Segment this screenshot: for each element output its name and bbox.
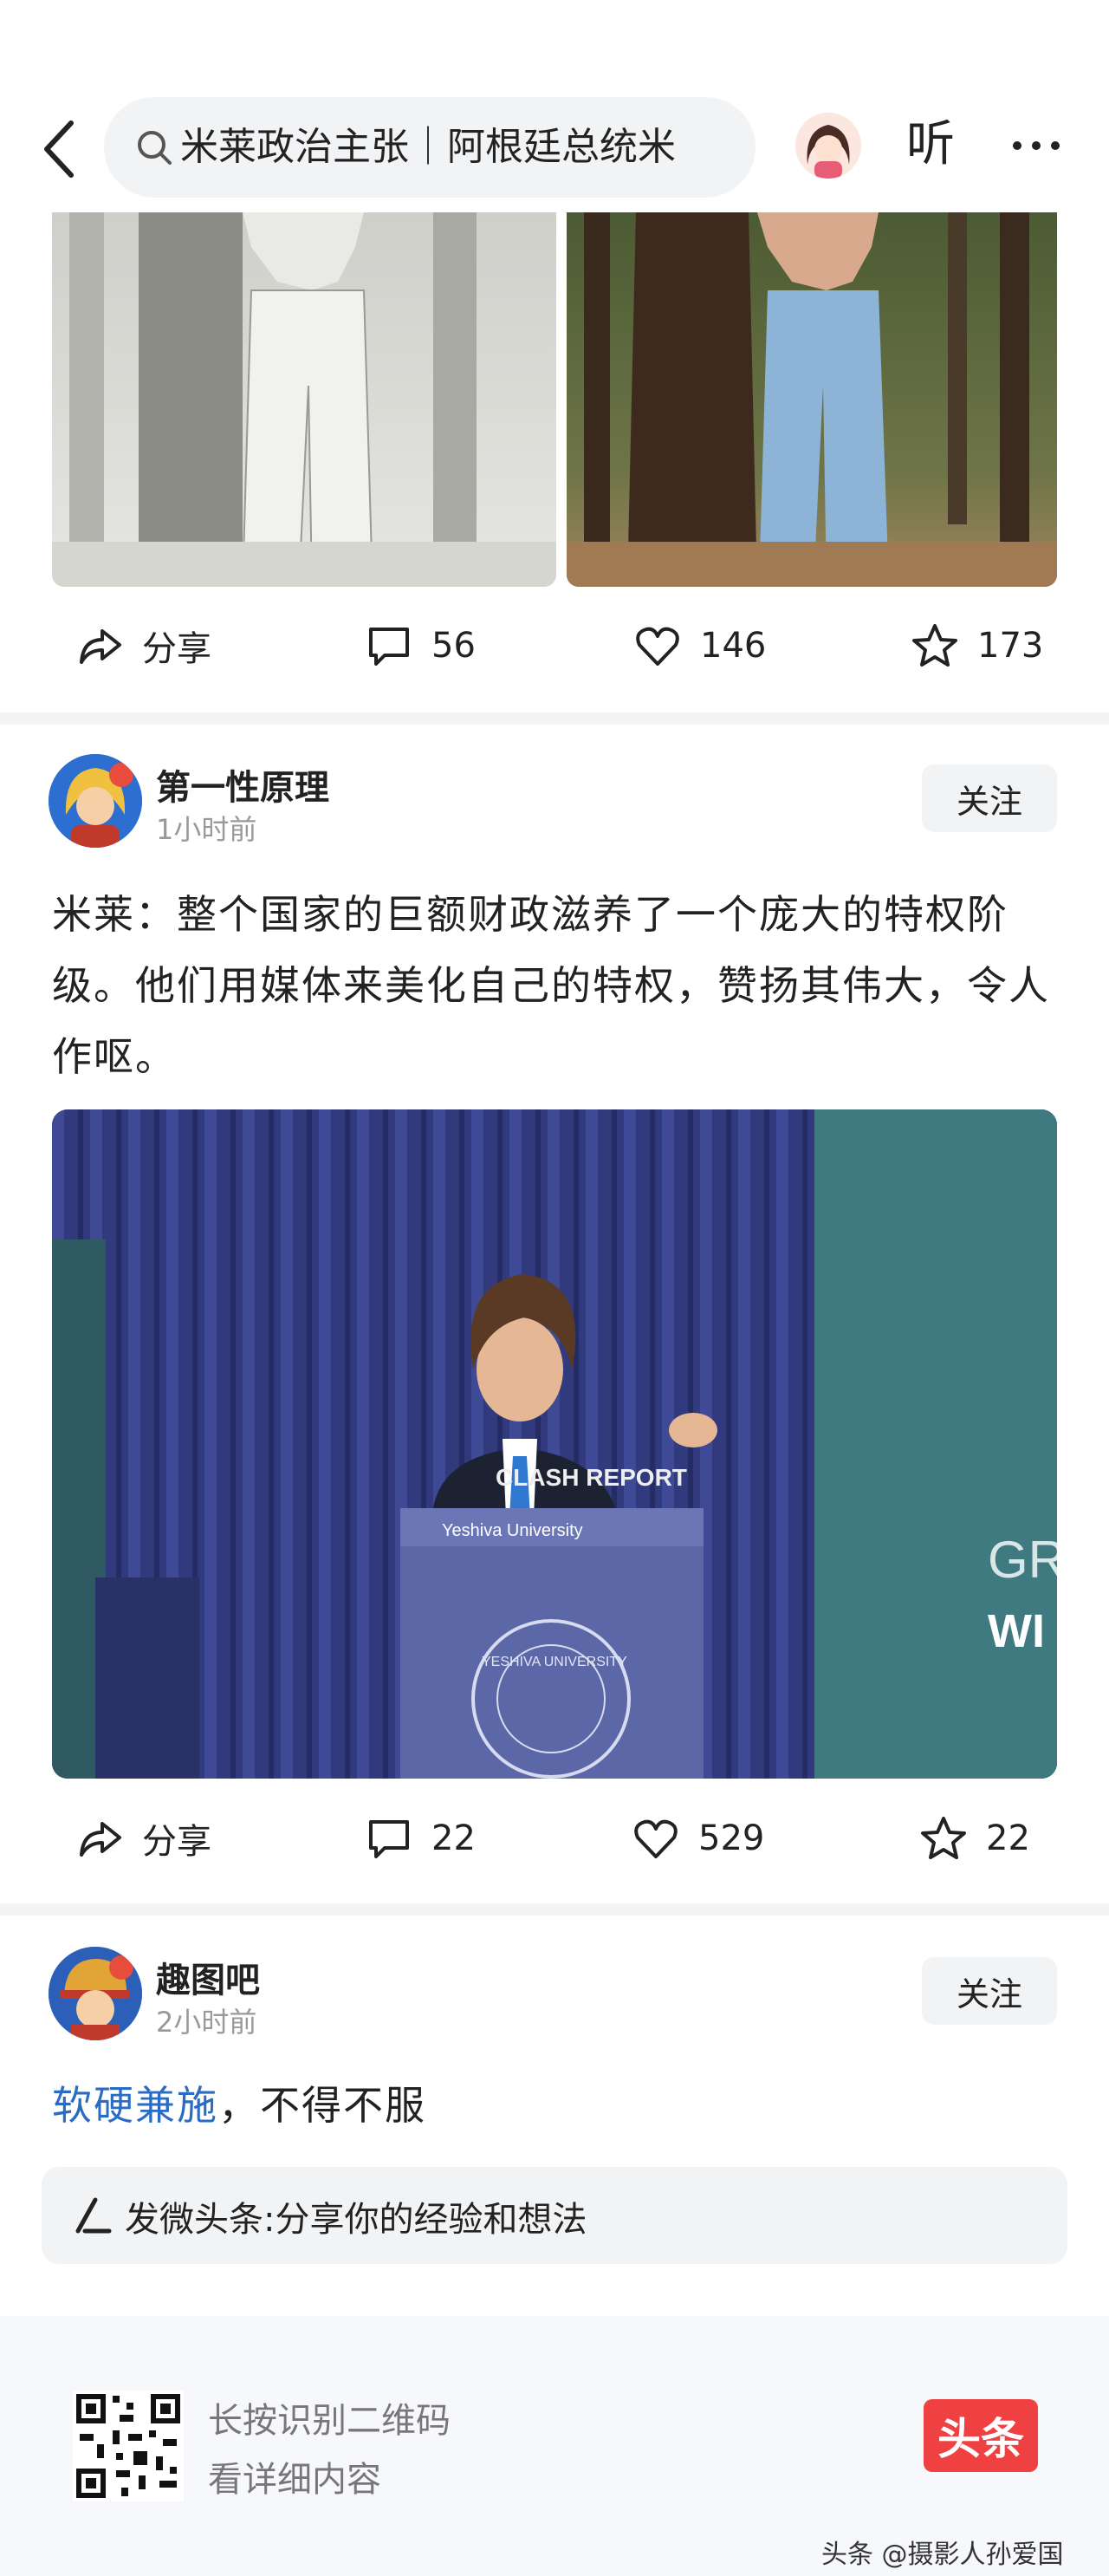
heart-icon xyxy=(636,627,679,666)
like-button[interactable]: 146 xyxy=(632,607,766,685)
star-icon xyxy=(921,1817,966,1859)
post-time: 1小时前 xyxy=(156,813,257,846)
post3-header: 趣图吧 2小时前 关注 xyxy=(0,1940,1109,2044)
user-avatar[interactable] xyxy=(795,113,861,179)
comment-count: 56 xyxy=(431,626,476,666)
author-name[interactable]: 趣图吧 xyxy=(156,1952,260,2002)
video-frame-illustration: GR WI Yeshiva University YESHIVA UNIVERS… xyxy=(52,1109,1057,1779)
like-count: 146 xyxy=(700,626,767,666)
favorite-count: 22 xyxy=(986,1818,1030,1858)
post2-action-bar: 分享 22 529 22 xyxy=(0,1799,1109,1877)
author-avatar[interactable] xyxy=(49,754,142,848)
toutiao-logo: 头条 xyxy=(924,2399,1038,2472)
star-icon xyxy=(912,624,957,667)
listen-button[interactable]: 听 xyxy=(906,114,955,175)
post-body-text[interactable]: 软硬兼施，不得不服 xyxy=(52,2070,1057,2141)
post-time: 2小时前 xyxy=(156,2006,257,2039)
post-divider xyxy=(0,1903,1109,1916)
comment-icon xyxy=(369,628,409,666)
post-divider xyxy=(0,712,1109,725)
search-icon xyxy=(138,131,172,165)
qr-instruction-2: 看详细内容 xyxy=(208,2460,381,2500)
comment-icon xyxy=(369,1820,409,1858)
like-count: 529 xyxy=(698,1818,765,1858)
follow-button[interactable]: 关注 xyxy=(922,1957,1057,2025)
search-query-text: 米莱政治主张｜阿根廷总统米 xyxy=(180,125,676,169)
share-icon xyxy=(80,1822,121,1857)
post1-action-bar: 分享 56 146 173 xyxy=(0,607,1109,685)
heart-icon xyxy=(634,1819,678,1858)
share-label: 分享 xyxy=(142,1822,211,1862)
share-button[interactable]: 分享 xyxy=(75,1799,211,1877)
podium-seal-text: YESHIVA UNIVERSITY xyxy=(482,1655,627,1669)
back-arrow-icon[interactable] xyxy=(38,114,81,184)
compose-placeholder: 发微头条:分享你的经验和想法 xyxy=(125,2200,587,2240)
share-footer: 长按识别二维码 看详细内容 头条 头条 @摄影人孙爱国 xyxy=(0,2316,1109,2576)
search-input[interactable]: 米莱政治主张｜阿根廷总统米 xyxy=(104,97,756,198)
author-avatar[interactable] xyxy=(49,1947,142,2040)
top-bar: 米莱政治主张｜阿根廷总统米 听 xyxy=(0,0,1109,212)
like-button[interactable]: 529 xyxy=(631,1799,764,1877)
qr-pattern xyxy=(73,2391,184,2501)
video-player[interactable]: GR WI Yeshiva University YESHIVA UNIVERS… xyxy=(52,1109,1057,1779)
forest-illustration xyxy=(567,212,1057,587)
share-label: 分享 xyxy=(142,629,211,669)
wall-text-2: WI xyxy=(988,1605,1045,1657)
author-name[interactable]: 第一性原理 xyxy=(156,759,329,810)
comment-count: 22 xyxy=(431,1818,476,1858)
share-button[interactable]: 分享 xyxy=(75,607,211,685)
watermark-logo: CLASH REPORT xyxy=(496,1464,687,1491)
author-watermark: 头条 @摄影人孙爱国 xyxy=(821,2540,1064,2570)
pen-icon xyxy=(75,2197,112,2234)
post-text-rest: ，不得不服 xyxy=(218,2082,426,2129)
wall-text-1: GR xyxy=(988,1531,1057,1589)
favorite-count: 173 xyxy=(977,626,1044,666)
pencil-sketch-image[interactable] xyxy=(52,212,556,587)
share-icon xyxy=(80,629,121,664)
qr-instruction-1: 长按识别二维码 xyxy=(208,2401,451,2441)
topic-link[interactable]: 软硬兼施 xyxy=(52,2082,218,2129)
post2-header: 第一性原理 1小时前 关注 xyxy=(0,747,1109,851)
sketch-illustration xyxy=(52,212,556,587)
forest-photo-image[interactable] xyxy=(567,212,1057,587)
more-options-icon[interactable] xyxy=(1010,139,1062,153)
comment-button[interactable]: 56 xyxy=(364,607,476,685)
qr-code[interactable] xyxy=(73,2391,184,2501)
avatar-illustration xyxy=(795,113,861,179)
favorite-button[interactable]: 22 xyxy=(918,1799,1030,1877)
avatar-illustration xyxy=(49,1947,142,2040)
post1-image-pair xyxy=(52,212,1057,587)
follow-button[interactable]: 关注 xyxy=(922,764,1057,832)
compose-bar[interactable]: 发微头条:分享你的经验和想法 xyxy=(42,2167,1067,2264)
podium-label: Yeshiva University xyxy=(442,1521,583,1540)
favorite-button[interactable]: 173 xyxy=(910,607,1043,685)
avatar-illustration xyxy=(49,754,142,848)
comment-button[interactable]: 22 xyxy=(364,1799,476,1877)
post-body-text[interactable]: 米莱：整个国家的巨额财政滋养了一个庞大的特权阶级。他们用媒体来美化自己的特权，赞… xyxy=(52,879,1057,1092)
